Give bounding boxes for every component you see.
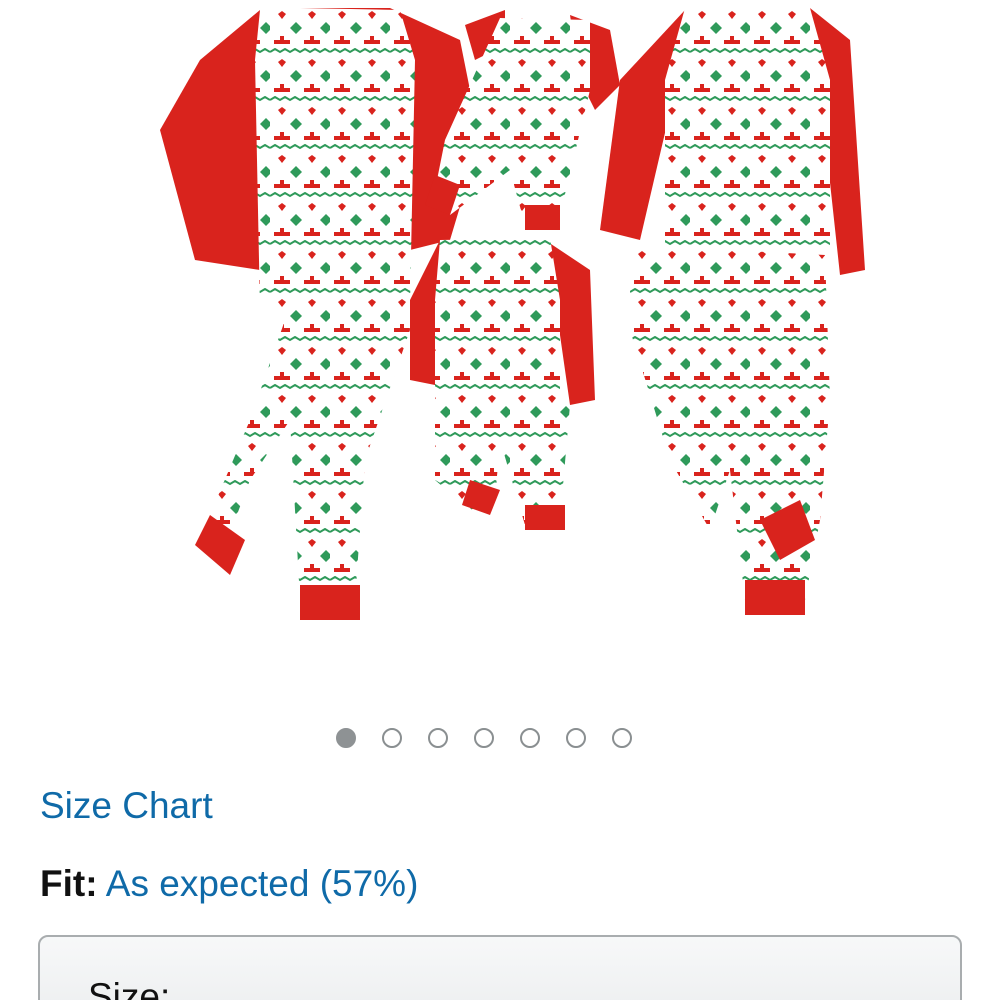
- fit-value-link[interactable]: As expected (57%): [106, 863, 419, 904]
- adult-top-right: [600, 8, 865, 275]
- image-carousel-dots: [336, 728, 632, 748]
- child-top-and-pants: [410, 238, 595, 530]
- carousel-dot-5[interactable]: [520, 728, 540, 748]
- carousel-dot-4[interactable]: [474, 728, 494, 748]
- adult-pants-right: [630, 245, 830, 615]
- product-detail-page: Size Chart Fit: As expected (57%) Size:: [0, 0, 1000, 1000]
- fit-summary: Fit: As expected (57%): [40, 862, 418, 906]
- size-chart-link[interactable]: Size Chart: [40, 784, 213, 828]
- carousel-dot-2[interactable]: [382, 728, 402, 748]
- size-selector[interactable]: Size:: [38, 935, 962, 1000]
- carousel-dot-1[interactable]: [336, 728, 356, 748]
- fit-label: Fit:: [40, 863, 98, 904]
- size-selector-label: Size:: [88, 976, 171, 1000]
- product-image[interactable]: [150, 0, 880, 640]
- carousel-dot-7[interactable]: [612, 728, 632, 748]
- pajama-set-illustration: [160, 8, 865, 620]
- carousel-dot-3[interactable]: [428, 728, 448, 748]
- carousel-dot-6[interactable]: [566, 728, 586, 748]
